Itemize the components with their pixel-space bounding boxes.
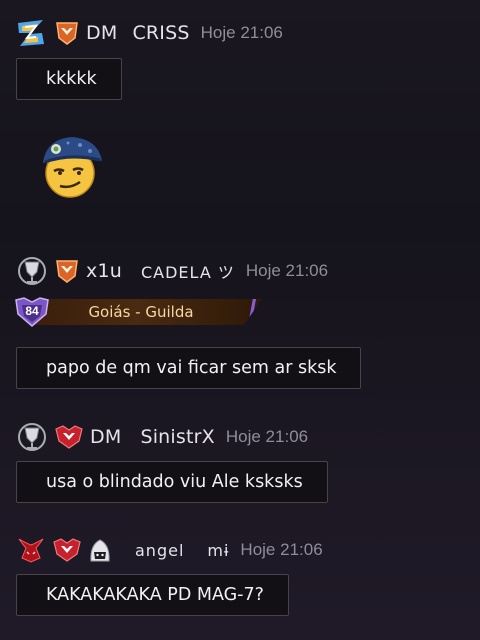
message-header: DM SinistrX Hoje 21:06 <box>16 422 308 452</box>
timestamp: Hoje 21:06 <box>200 23 283 42</box>
cap-smirk-emoji-sticker[interactable] <box>40 133 104 204</box>
username-secondary[interactable]: CRISS <box>132 22 189 44</box>
guild-tag[interactable]: Goiás - Guilda 84 <box>14 296 262 328</box>
message-text: papo de qm vai ficar sem ar sksk <box>46 358 337 378</box>
red-rank-badge-icon[interactable] <box>53 537 81 563</box>
guild-name: Goiás - Guilda <box>88 303 194 321</box>
message-text: kkkkk <box>46 69 97 89</box>
username[interactable]: DM <box>90 426 121 448</box>
chat-feed: DM CRISS Hoje 21:06 kkkkk x1u CADELA ツ H… <box>0 0 480 640</box>
timestamp: Hoje 21:06 <box>245 261 329 280</box>
message-text: KAKAKAKAKA PD MAG-7? <box>46 585 264 605</box>
orange-rank-badge-icon[interactable] <box>55 258 79 284</box>
silver-rank-badge-icon[interactable] <box>16 256 48 286</box>
username[interactable]: x1u <box>86 260 122 282</box>
silver-rank-badge-icon[interactable] <box>16 422 48 452</box>
red-rank-badge-icon[interactable] <box>55 424 83 450</box>
username-secondary[interactable]: CADELA ツ <box>141 259 235 283</box>
guild-level-badge-icon: 84 <box>14 296 50 328</box>
guild-level: 84 <box>25 304 39 318</box>
username[interactable]: DM <box>86 22 117 44</box>
message-bubble[interactable]: kkkkk <box>16 58 122 100</box>
message-header: angel mɨ Hoje 21:06 <box>16 535 323 565</box>
username-secondary[interactable]: SinistrX <box>140 426 214 448</box>
timestamp: Hoje 21:06 <box>225 427 309 446</box>
message-text: usa o blindado viu Ale ksksks <box>46 472 303 492</box>
message-bubble[interactable]: papo de qm vai ficar sem ar sksk <box>16 347 362 389</box>
guild-bar: Goiás - Guilda <box>34 299 262 325</box>
message-bubble[interactable]: usa o blindado viu Ale ksksks <box>16 461 328 503</box>
z-rank-icon[interactable] <box>16 18 48 48</box>
red-devil-icon[interactable] <box>16 536 46 564</box>
message-header: x1u CADELA ツ Hoje 21:06 <box>16 256 328 286</box>
message-bubble[interactable]: KAKAKAKAKA PD MAG-7? <box>16 574 289 616</box>
hooded-mask-icon[interactable] <box>88 537 112 563</box>
username-secondary[interactable]: mɨ <box>207 541 229 560</box>
username[interactable]: angel <box>135 541 184 560</box>
message-header: DM CRISS Hoje 21:06 <box>16 18 283 48</box>
orange-rank-badge-icon[interactable] <box>55 20 79 46</box>
timestamp: Hoje 21:06 <box>240 540 323 559</box>
